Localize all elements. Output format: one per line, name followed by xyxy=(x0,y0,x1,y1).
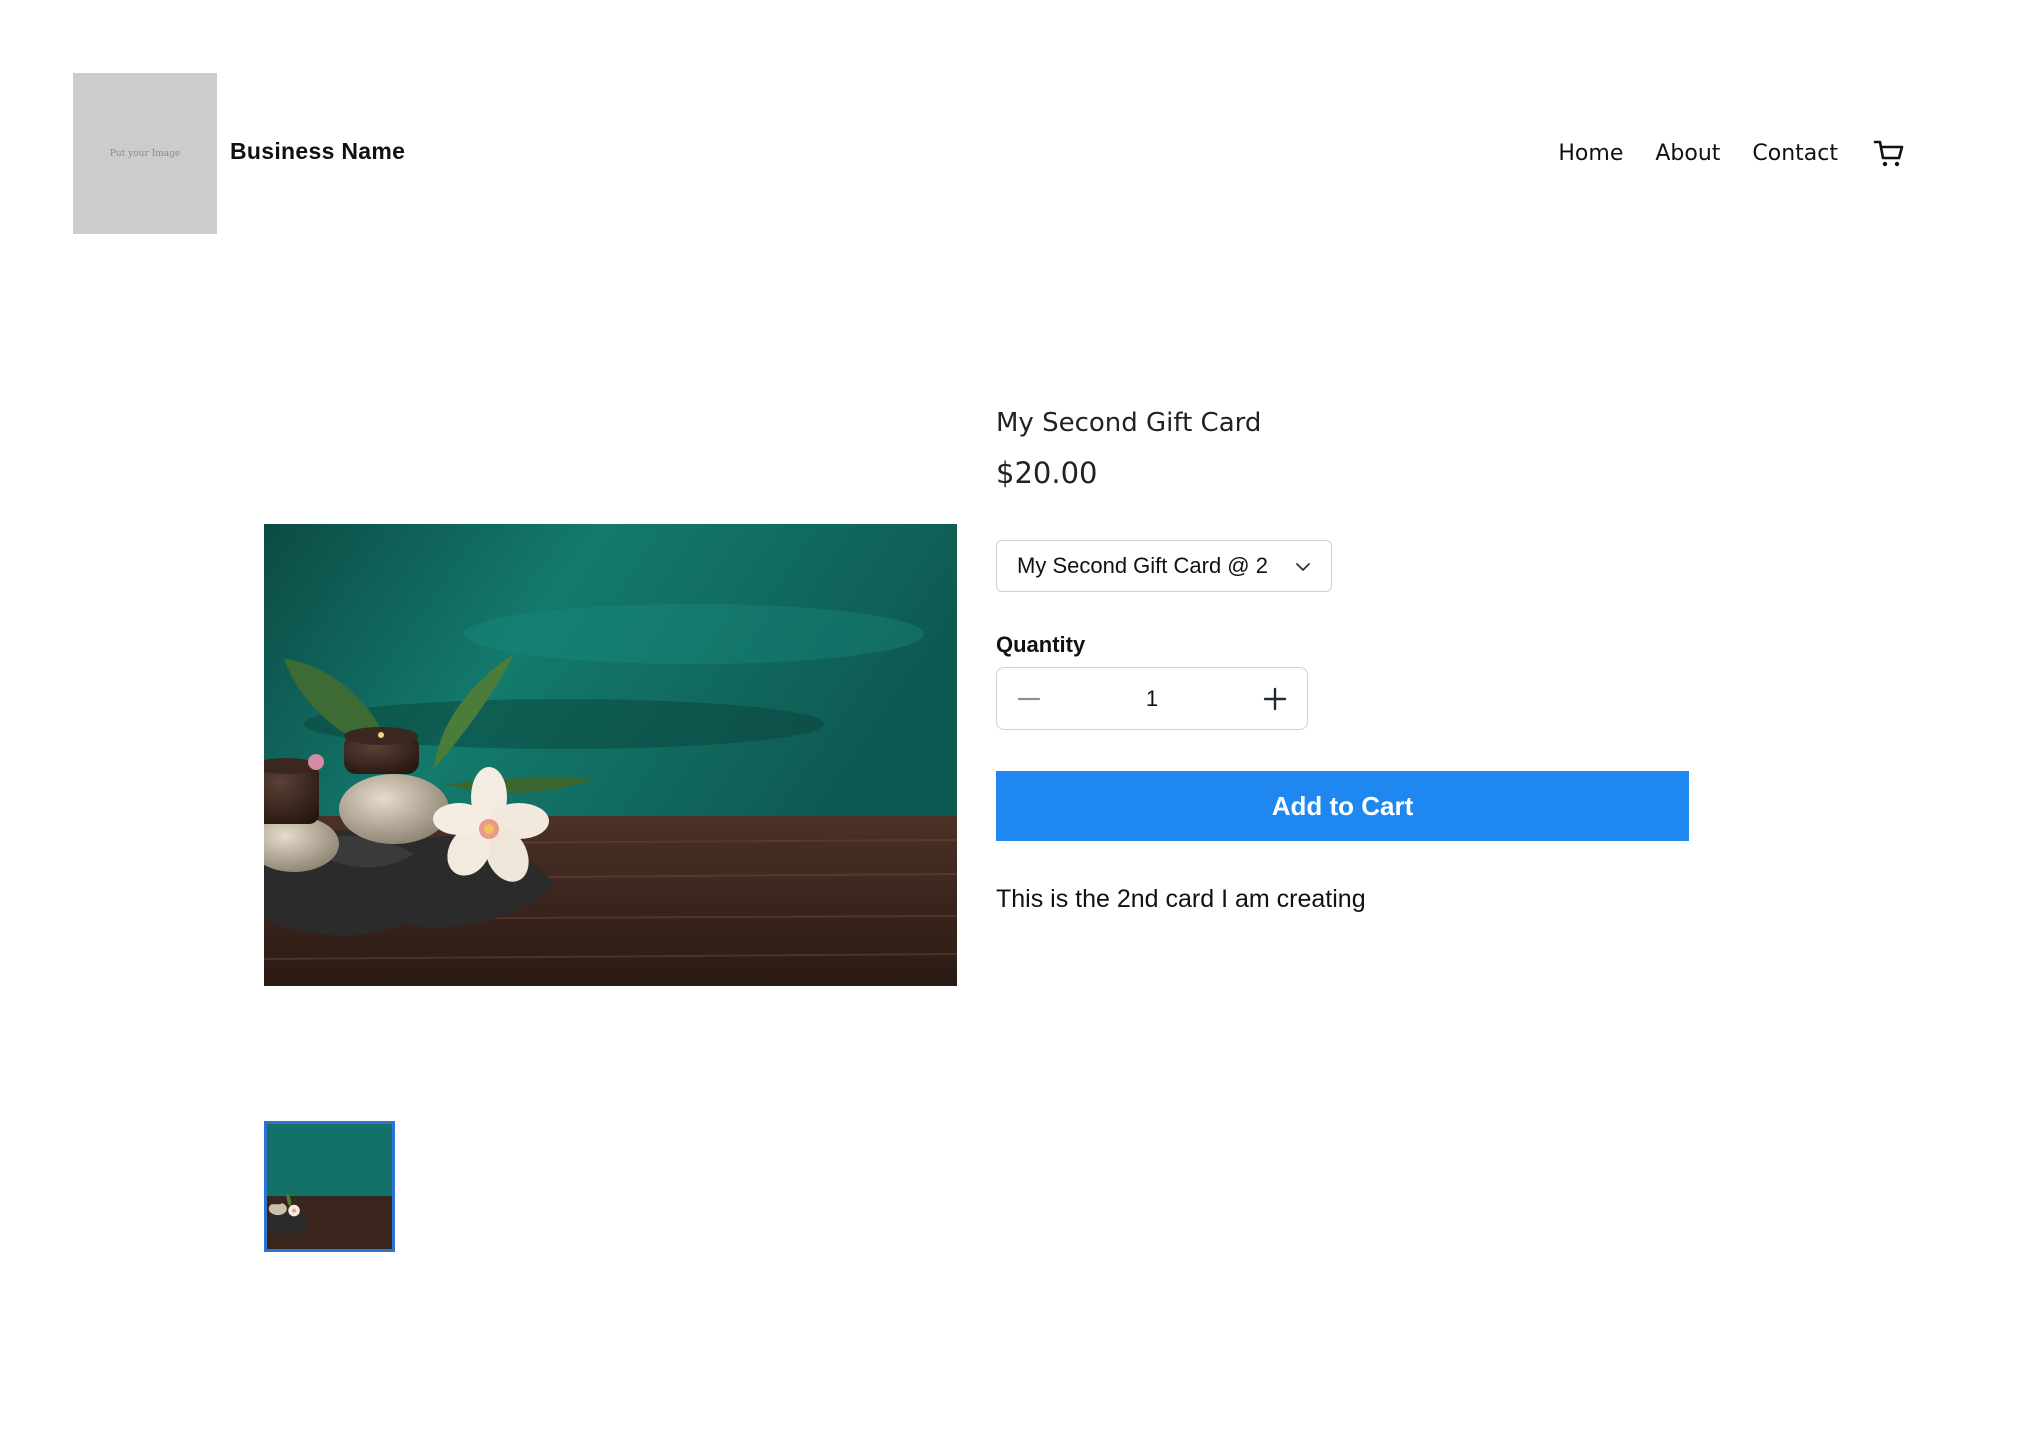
product-main-image xyxy=(264,524,957,986)
add-to-cart-button[interactable]: Add to Cart xyxy=(996,771,1689,841)
main-nav: Home About Contact xyxy=(1558,136,1906,170)
product-price: $20.00 xyxy=(996,456,1098,490)
quantity-input[interactable]: 1 xyxy=(1061,668,1243,729)
business-name[interactable]: Business Name xyxy=(230,138,405,165)
product-thumbnail[interactable] xyxy=(264,1121,395,1252)
minus-icon xyxy=(1017,697,1041,700)
variant-select[interactable]: My Second Gift Card @ 20 xyxy=(996,540,1332,592)
nav-contact-link[interactable]: Contact xyxy=(1752,141,1838,166)
nav-home-link[interactable]: Home xyxy=(1558,141,1623,166)
cart-icon[interactable] xyxy=(1872,136,1906,170)
chevron-down-icon xyxy=(1296,563,1310,571)
decrement-button[interactable] xyxy=(997,668,1061,729)
plus-icon xyxy=(1263,687,1287,710)
product-description: This is the 2nd card I am creating xyxy=(996,885,1366,913)
quantity-stepper: 1 xyxy=(996,667,1308,730)
nav-about-link[interactable]: About xyxy=(1655,141,1720,166)
logo-placeholder-text: Put your Image xyxy=(109,148,181,159)
variant-selected-value: My Second Gift Card @ 20 xyxy=(1017,553,1269,578)
increment-button[interactable] xyxy=(1243,668,1307,729)
logo-placeholder[interactable]: Put your Image xyxy=(73,73,217,234)
quantity-label: Quantity xyxy=(996,632,1086,657)
product-title: My Second Gift Card xyxy=(996,408,1262,438)
